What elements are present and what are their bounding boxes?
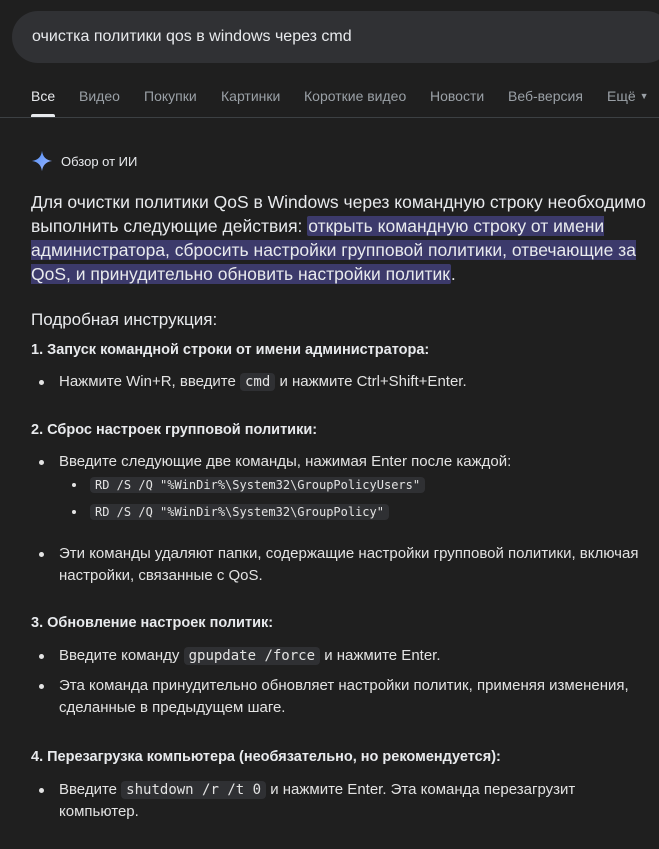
step-4-title: 4. Перезагрузка компьютера (необязательн… bbox=[31, 749, 501, 765]
tab-more-label: Ещё bbox=[607, 88, 636, 104]
sub-list-item: RD /S /Q "%WinDir%\System32\GroupPolicyU… bbox=[31, 474, 651, 496]
text: и нажмите Ctrl+Shift+Enter. bbox=[275, 373, 467, 390]
instructions-heading: Подробная инструкция: bbox=[31, 310, 218, 329]
tab-news[interactable]: Новости bbox=[430, 88, 484, 104]
search-tabs: Все Видео Покупки Картинки Короткие виде… bbox=[0, 78, 659, 118]
intro-paragraph: Для очистки политики QoS в Windows через… bbox=[31, 190, 651, 286]
intro-end: . bbox=[450, 264, 456, 284]
ai-spark-icon bbox=[31, 150, 53, 172]
code-snippet: gpupdate /force bbox=[183, 647, 321, 665]
step-1-title: 1. Запуск командной строки от имени адми… bbox=[31, 342, 430, 358]
tab-more[interactable]: Ещё ▼ bbox=[607, 88, 649, 104]
tab-web[interactable]: Веб-версия bbox=[508, 88, 583, 104]
ai-overview-body: Для очистки политики QoS в Windows через… bbox=[31, 190, 651, 823]
code-snippet: cmd bbox=[240, 373, 276, 391]
list-item: Эта команда принудительно обновляет наст… bbox=[31, 675, 651, 719]
search-query[interactable]: очистка политики qos в windows через cmd bbox=[32, 28, 352, 46]
ai-overview-title: Обзор от ИИ bbox=[61, 153, 138, 169]
code-snippet: RD /S /Q "%WinDir%\System32\GroupPolicy" bbox=[90, 504, 389, 520]
list-item: Нажмите Win+R, введите cmd и нажмите Ctr… bbox=[31, 371, 651, 393]
text: Введите команду bbox=[59, 647, 184, 664]
step-2-title: 2. Сброс настроек групповой политики: bbox=[31, 422, 318, 438]
text: Введите bbox=[59, 781, 122, 798]
search-bar[interactable]: очистка политики qos в windows через cmd bbox=[12, 11, 659, 63]
tab-video[interactable]: Видео bbox=[79, 88, 120, 104]
caret-down-icon: ▼ bbox=[639, 91, 649, 102]
active-tab-indicator bbox=[31, 114, 55, 117]
code-snippet: shutdown /r /t 0 bbox=[121, 781, 267, 799]
tab-short-videos[interactable]: Короткие видео bbox=[304, 88, 406, 104]
list-item: Введите следующие две команды, нажимая E… bbox=[31, 451, 651, 473]
tab-images[interactable]: Картинки bbox=[221, 88, 280, 104]
code-snippet: RD /S /Q "%WinDir%\System32\GroupPolicyU… bbox=[90, 477, 426, 493]
text: Нажмите Win+R, введите bbox=[59, 373, 240, 390]
tab-shopping[interactable]: Покупки bbox=[144, 88, 197, 104]
tab-all[interactable]: Все bbox=[31, 88, 55, 104]
ai-overview-header: Обзор от ИИ bbox=[31, 150, 137, 172]
step-3-title: 3. Обновление настроек политик: bbox=[31, 615, 274, 631]
text: и нажмите Enter. bbox=[320, 647, 441, 664]
list-item: Введите shutdown /r /t 0 и нажмите Enter… bbox=[31, 779, 651, 823]
list-item: Введите команду gpupdate /force и нажмит… bbox=[31, 645, 651, 667]
sub-list-item: RD /S /Q "%WinDir%\System32\GroupPolicy" bbox=[31, 501, 651, 523]
list-item: Эти команды удаляют папки, содержащие на… bbox=[31, 543, 651, 587]
